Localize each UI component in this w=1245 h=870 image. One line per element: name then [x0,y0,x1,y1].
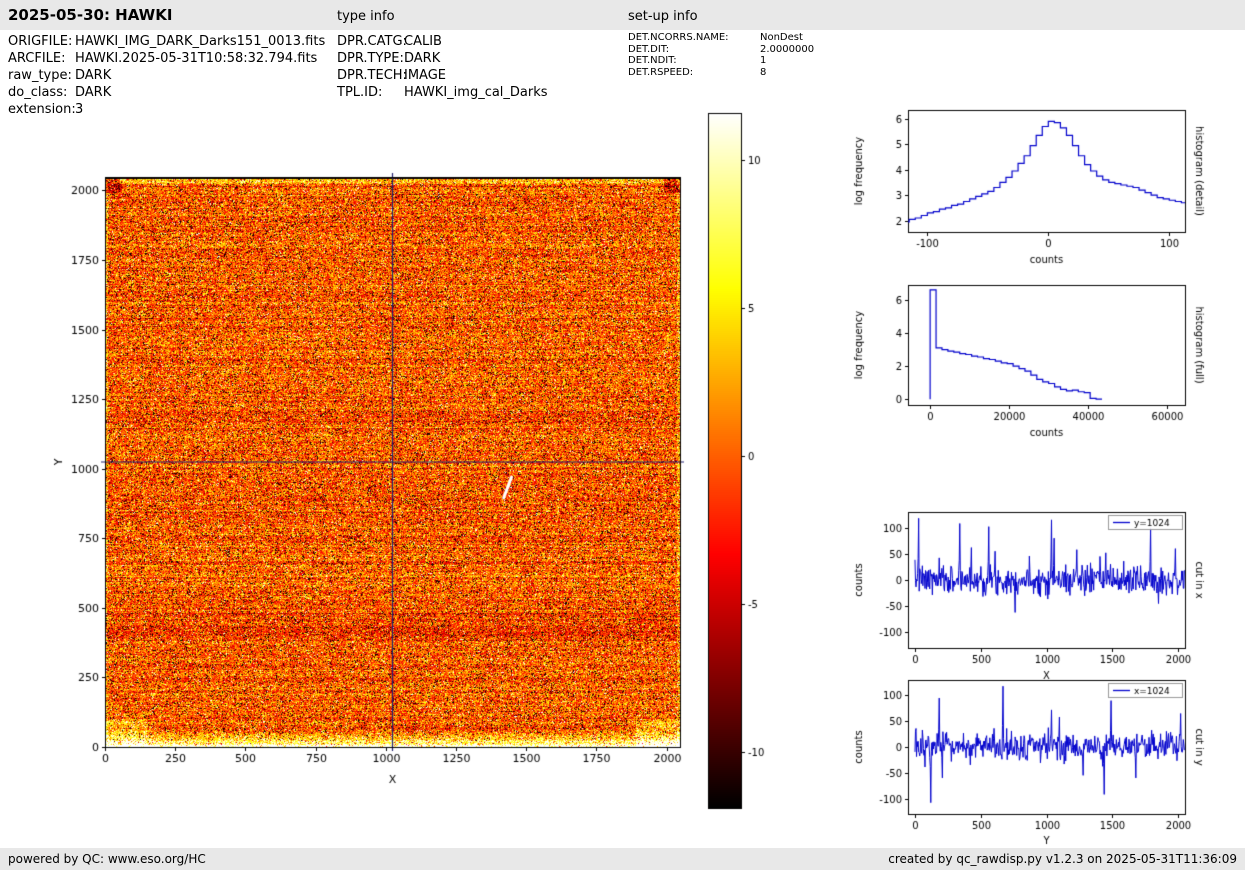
meta-row: DPR.TECH:IMAGE [337,67,548,84]
meta-label: DET.NCORRS.NAME: [628,32,729,43]
meta-value: NonDest [760,32,803,43]
meta-row: DPR.CATG:CALIB [337,33,548,50]
meta-value: HAWKI_IMG_DARK_Darks151_0013.fits [75,34,326,49]
meta-value: DARK [75,68,112,83]
footer-left-text: powered by QC: www.eso.org/HC [8,852,206,866]
meta-value: 2.0000000 [760,43,815,55]
meta-row: DET.NCORRS.NAME: NonDest [628,32,814,44]
meta-value: HAWKI.2025-05-31T10:58:32.794.fits [75,51,318,66]
cut-in-x-plot [850,495,1245,685]
meta-label: DPR.TECH: [337,68,407,83]
meta-label: ORIGFILE: [8,34,73,49]
meta-row: DET.DIT: 2.0000000 [628,44,814,56]
meta-label: DET.NDIT: [628,55,677,66]
meta-value: 8 [760,66,767,78]
cut-in-y-plot [850,666,1245,848]
meta-row: ARCFILE: HAWKI.2025-05-31T10:58:32.794.fi… [8,50,325,67]
footer-bar: powered by QC: www.eso.org/HC created by… [0,848,1245,870]
setup-info-heading: set-up info [628,9,698,24]
meta-row: DET.RSPEED: 8 [628,67,814,79]
setup-info-block: DET.NCORRS.NAME: NonDest DET.DIT: 2.000000… [628,32,814,78]
meta-label: DET.RSPEED: [628,66,694,78]
histogram-full-plot [850,267,1245,447]
meta-value: CALIB [404,34,442,49]
meta-value: DARK [404,51,441,66]
type-info-block: DPR.CATG:CALIB DPR.TYPE:DARK DPR.TECH:IM… [337,33,548,101]
meta-value: 1 [760,55,767,66]
meta-row: DPR.TYPE:DARK [337,50,548,67]
detector-image [0,95,700,810]
type-info-heading: type info [337,9,395,24]
meta-value: IMAGE [404,68,447,83]
meta-label: DPR.CATG: [337,34,407,49]
meta-row: raw_type: DARK [8,67,325,84]
meta-row: ORIGFILE: HAWKI_IMG_DARK_Darks151_0013.fi… [8,33,325,50]
histogram-detail-plot [850,95,1245,275]
colorbar [700,95,790,825]
page-title: 2025-05-30: HAWKI [8,6,173,24]
footer-right-text: created by qc_rawdisp.py v1.2.3 on 2025-… [888,852,1237,866]
meta-label: DET.DIT: [628,43,670,55]
qc-report-page: 2025-05-30: HAWKI type info set-up info … [0,0,1245,870]
header-bar: 2025-05-30: HAWKI type info set-up info [0,0,1245,30]
meta-row: DET.NDIT: 1 [628,55,814,67]
meta-label: ARCFILE: [8,51,66,66]
meta-label: raw_type: [8,68,72,83]
meta-label: DPR.TYPE: [337,51,404,66]
